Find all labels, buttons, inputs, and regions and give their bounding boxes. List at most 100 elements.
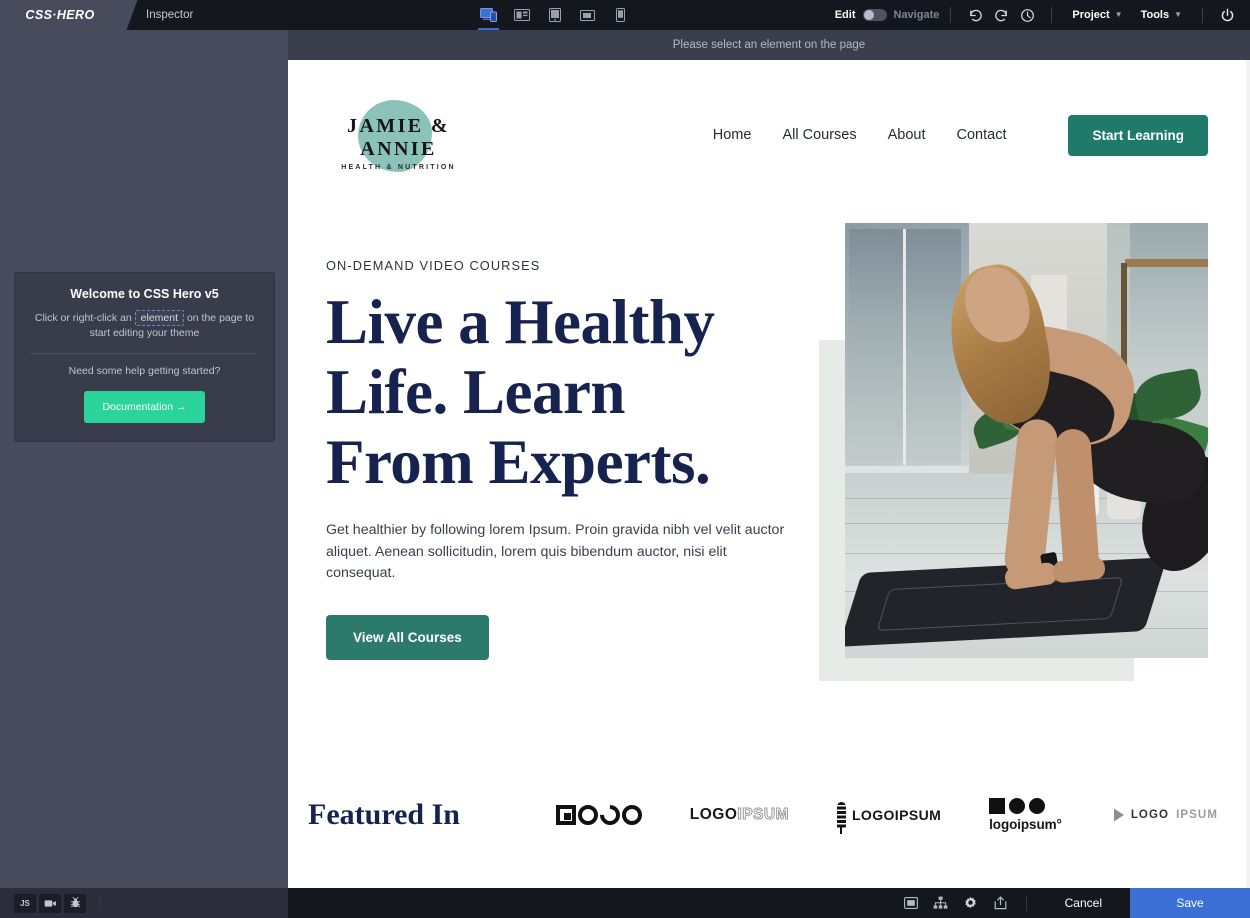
divider [99,895,100,911]
cssHero-app-window: CSS·HERO Inspector Edit Navigate Project… [0,0,1250,918]
redo-button[interactable] [988,0,1014,30]
tab-inspector-label: Inspector [146,9,194,21]
logo-name: JAMIE & ANNIE [347,115,450,160]
logo-text: JAMIE & ANNIE HEALTH & NUTRITION [306,115,491,171]
welcome-text-before: Click or right-click an [34,312,132,324]
featured-logo-2-hollow: IPSUM [737,806,789,824]
navigate-mode-label[interactable]: Navigate [894,9,940,21]
documentation-button[interactable]: Documentation → [84,391,205,423]
nav-item-home[interactable]: Home [713,127,752,143]
hero-body-text: Get healthier by following lorem Ipsum. … [326,522,785,581]
logo-tagline: HEALTH & NUTRITION [341,164,456,171]
site-header: JAMIE & ANNIE HEALTH & NUTRITION Home Al… [288,85,1246,185]
history-button[interactable] [1014,0,1040,30]
featured-logo-5-muted: IPSUM [1176,809,1218,821]
video-camera-icon [44,899,56,907]
app-logo: CSS·HERO [25,8,95,22]
nav-item-about[interactable]: About [888,127,926,143]
bottom-toolbar: JS Cancel Save [0,888,1250,918]
cancel-button[interactable]: Cancel [1037,888,1130,918]
monitor-button[interactable] [896,888,926,918]
start-learning-button[interactable]: Start Learning [1068,114,1208,156]
tools-menu-label: Tools [1140,9,1170,21]
export-icon [994,896,1007,910]
device-desktop-button[interactable] [505,0,538,30]
divider-2 [1025,895,1027,911]
export-button[interactable] [986,888,1016,918]
topbar-spacer-2 [637,0,834,30]
gear-icon [965,896,976,908]
topbar-right-controls: Edit Navigate Project ▼ Tools ▼ [835,0,1250,30]
bug-icon [70,897,80,908]
hero-photo[interactable] [845,223,1208,658]
chevron-down-icon: ▼ [1174,10,1183,19]
featured-logo-4-text: logoipsum° [989,817,1062,832]
bottom-right-icons [896,888,1037,918]
canvas-scrollbar[interactable] [1246,60,1250,888]
hero-title-line-1: Live a Healthy [326,287,715,357]
project-menu-label: Project [1072,9,1110,21]
device-tablet-landscape-button[interactable] [571,0,604,30]
redo-icon [995,9,1007,21]
square-icon [989,798,1006,814]
tablet-icon [548,8,561,22]
featured-logo-row: LOGO IPSUM LOGOIPSUM logoipsum° LOGO IPS… [555,798,1218,834]
save-button[interactable]: Save [1130,888,1250,918]
edit-mode-label[interactable]: Edit [835,9,856,21]
featured-logo-5-bold: LOGO [1130,809,1170,821]
divider [950,7,952,23]
project-menu[interactable]: Project ▼ [1063,0,1131,30]
boxed-l-icon [555,805,576,825]
debug-bug-button[interactable] [64,893,86,913]
hero-title-line-2: Life. Learn [326,357,625,427]
welcome-instructions: Click or right-click an element on the p… [31,310,258,341]
divider-3 [1202,7,1204,23]
featured-logo-1 [555,800,642,830]
site-logo[interactable]: JAMIE & ANNIE HEALTH & NUTRITION [306,95,491,175]
selection-status-bar: Please select an element on the page [288,30,1250,60]
divider-2 [1051,7,1053,23]
featured-in-title: Featured In [308,798,460,831]
circle-icon [577,805,598,825]
nav-item-contact[interactable]: Contact [957,127,1007,143]
device-tablet-button[interactable] [538,0,571,30]
featured-logo-3: LOGOIPSUM [836,802,942,834]
brand-block: CSS·HERO [0,0,120,30]
featured-logo-2: LOGO IPSUM [690,806,789,824]
status-message: Please select an element on the page [672,39,866,51]
desktop-icon [513,8,530,21]
undo-icon [970,9,982,21]
edit-navigate-toggle[interactable] [862,9,887,21]
tablet-landscape-icon [580,9,596,21]
desktop-mobile-icon [480,8,498,22]
monitor-icon [903,897,918,909]
circle-icon-2 [1029,798,1046,814]
circle-icon-2 [621,805,642,825]
history-clock-icon [1020,8,1034,22]
settings-button[interactable] [956,888,986,918]
device-responsive-button[interactable] [472,0,505,30]
divider [31,353,258,354]
featured-in-section: Featured In LOGO IPSUM LOGOIPSUM logoips… [288,760,1246,870]
hero-title-line-3: From Experts. [326,427,711,497]
welcome-panel: Welcome to CSS Hero v5 Click or right-cl… [14,272,275,442]
element-chip[interactable]: element [134,310,185,326]
featured-logo-3-text: LOGOIPSUM [851,807,942,823]
tab-inspector[interactable]: Inspector [120,0,275,30]
photo-window-right [1130,223,1208,373]
power-button[interactable] [1214,0,1240,30]
screen-recorder-button[interactable] [39,893,61,913]
page-preview-canvas[interactable]: JAMIE & ANNIE HEALTH & NUTRITION Home Al… [288,60,1250,888]
js-console-button[interactable]: JS [14,893,36,913]
undo-button[interactable] [962,0,988,30]
tools-menu[interactable]: Tools ▼ [1132,0,1191,30]
view-all-courses-button[interactable]: View All Courses [326,614,489,660]
nav-item-all-courses[interactable]: All Courses [782,127,856,143]
photo-window-mullion [903,229,906,465]
device-mobile-button[interactable] [604,0,637,30]
left-sidebar: Welcome to CSS Hero v5 Click or right-cl… [0,30,288,888]
circle-icon [1009,798,1026,814]
sitemap-button[interactable] [926,888,956,918]
welcome-help-text: Need some help getting started? [68,365,221,377]
shape-marks [989,798,1046,814]
